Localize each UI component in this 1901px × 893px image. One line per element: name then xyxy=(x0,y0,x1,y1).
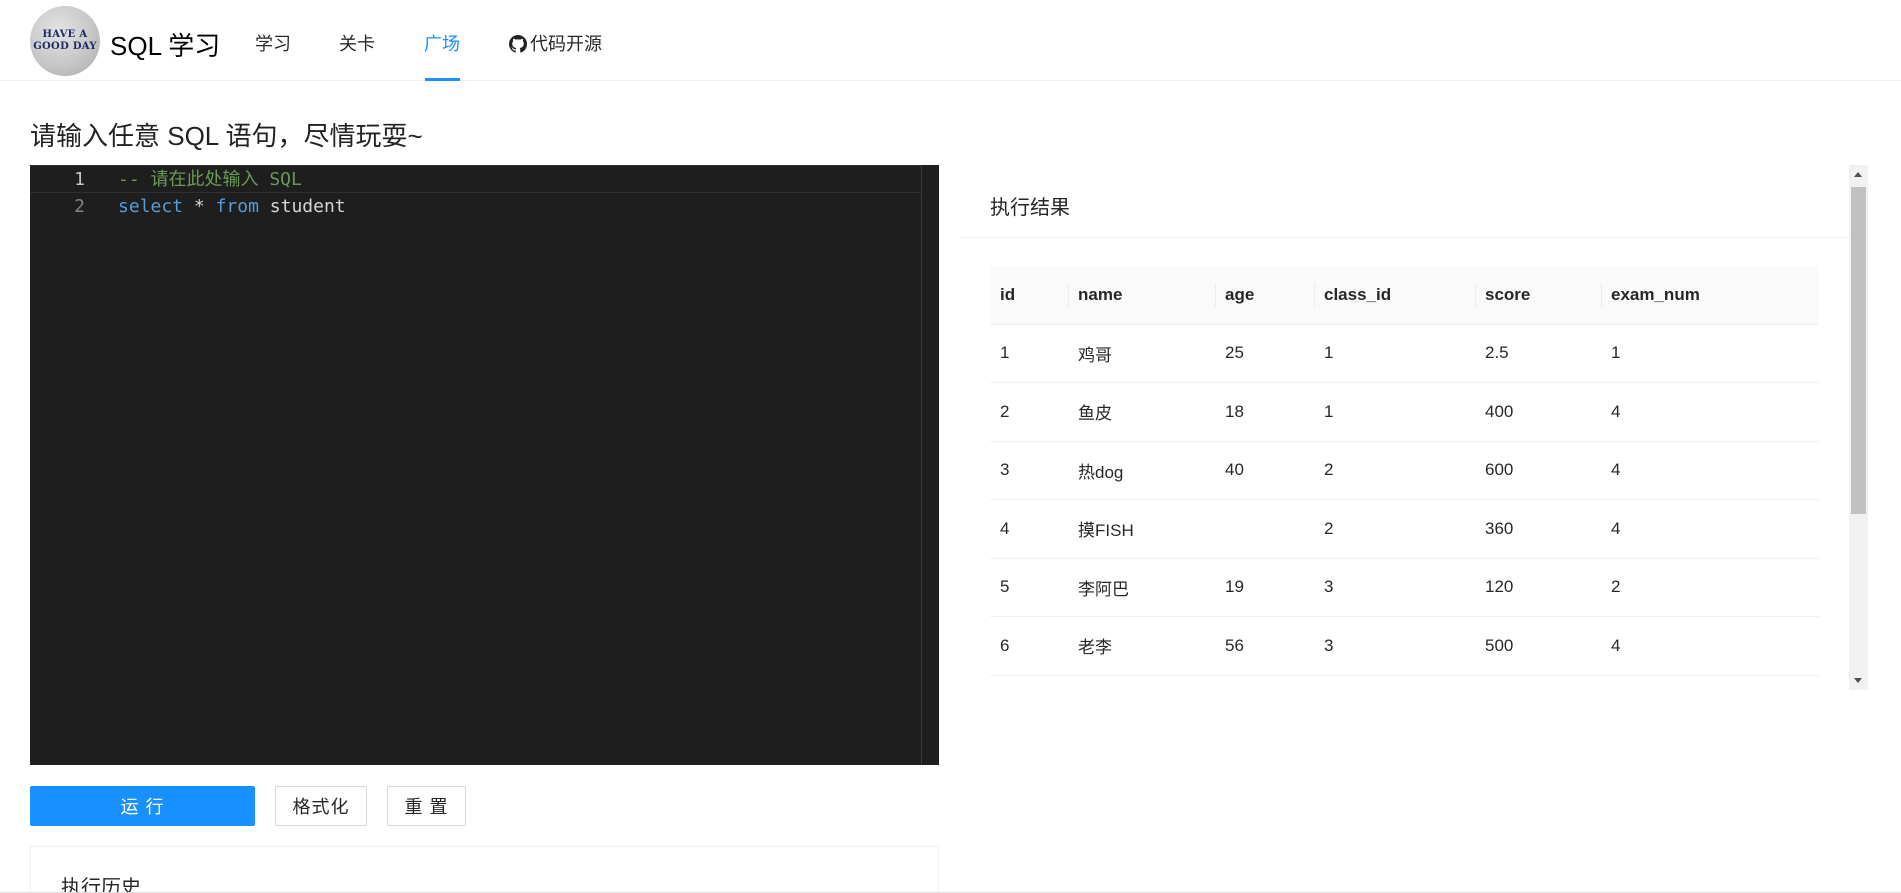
table-cell: 李阿巴 xyxy=(1068,558,1215,617)
scroll-thumb[interactable] xyxy=(1851,187,1866,514)
table-cell: 5 xyxy=(990,558,1068,617)
table-cell: 2 xyxy=(1601,558,1819,617)
column-header: class_id xyxy=(1314,266,1475,325)
table-cell: 3 xyxy=(990,441,1068,500)
table-cell: 40 xyxy=(1215,441,1314,500)
sql-operator: * xyxy=(193,196,205,217)
result-title: 执行结果 xyxy=(990,197,1070,219)
table-cell: 1 xyxy=(1314,324,1475,383)
editor-line[interactable]: 2 select * from student xyxy=(30,193,921,221)
table-cell: 3 xyxy=(1314,558,1475,617)
table-cell xyxy=(1215,499,1314,559)
sql-identifier: student xyxy=(269,196,346,217)
table-cell: 2 xyxy=(1314,499,1475,559)
format-button[interactable]: 格式化 xyxy=(275,786,367,826)
logo-text-line1: HAVE A xyxy=(42,29,88,40)
table-cell: 热dog xyxy=(1068,441,1215,500)
table-row: 1 鸡哥 25 1 2.5 1 xyxy=(990,324,1819,383)
table-cell: 鸡哥 xyxy=(1068,324,1215,383)
top-navbar: HAVE A GOOD DAY SQL 学习 学习 关卡 广场 代码开源 xyxy=(0,0,1901,81)
table-cell: 4 xyxy=(1601,499,1819,559)
table-cell: 25 xyxy=(1215,324,1314,383)
table-cell: 2.5 xyxy=(1475,324,1601,383)
sql-editor[interactable]: 1 -- 请在此处输入 SQL 2 select * from student xyxy=(30,165,939,765)
nav-item-open-source-label: 代码开源 xyxy=(530,34,602,54)
column-header: score xyxy=(1475,266,1601,325)
table-cell: 6 xyxy=(990,616,1068,676)
table-cell: 120 xyxy=(1475,558,1601,617)
github-icon xyxy=(509,35,527,53)
table-cell: 3 xyxy=(1314,616,1475,676)
table-row: 2 鱼皮 18 1 400 4 xyxy=(990,382,1819,442)
editor-code-query[interactable]: select * from student xyxy=(118,193,346,221)
column-header: exam_num xyxy=(1601,266,1819,325)
column-header: age xyxy=(1215,266,1314,325)
table-cell: 19 xyxy=(1215,558,1314,617)
result-panel: 执行结果 id name age class_id score exam_num… xyxy=(960,165,1868,690)
column-header: name xyxy=(1068,266,1215,325)
table-row: 5 李阿巴 19 3 120 2 xyxy=(990,558,1819,617)
table-row: 3 热dog 40 2 600 4 xyxy=(990,441,1819,500)
table-cell: 18 xyxy=(1215,382,1314,442)
logo-text-line2: GOOD DAY xyxy=(33,41,97,52)
scroll-up-arrow-icon[interactable] xyxy=(1854,172,1862,177)
app-title[interactable]: SQL 学习 xyxy=(110,26,220,63)
table-cell: 1 xyxy=(990,324,1068,383)
table-cell: 1 xyxy=(1601,324,1819,383)
table-cell: 400 xyxy=(1475,382,1601,442)
table-cell: 2 xyxy=(1314,441,1475,500)
column-header: id xyxy=(990,266,1068,325)
table-cell: 摸FISH xyxy=(1068,499,1215,559)
table-cell: 老李 xyxy=(1068,616,1215,676)
sql-keyword: select xyxy=(118,196,184,217)
table-cell: 360 xyxy=(1475,499,1601,559)
sql-keyword: from xyxy=(215,196,259,217)
result-table: id name age class_id score exam_num 1 鸡哥… xyxy=(990,266,1819,676)
nav-item-open-source[interactable]: 代码开源 xyxy=(509,30,602,56)
editor-code-comment[interactable]: -- 请在此处输入 SQL xyxy=(118,166,302,194)
table-cell: 4 xyxy=(1601,616,1819,676)
table-cell: 56 xyxy=(1215,616,1314,676)
page-title: 请输入任意 SQL 语句，尽情玩耍~ xyxy=(30,121,423,151)
nav-item-playground[interactable]: 广场 xyxy=(424,30,460,56)
reset-button[interactable]: 重 置 xyxy=(387,786,466,826)
table-cell: 2 xyxy=(990,382,1068,442)
nav-item-learn[interactable]: 学习 xyxy=(255,30,291,56)
table-cell: 1 xyxy=(1314,382,1475,442)
table-row: 6 老李 56 3 500 4 xyxy=(990,616,1819,676)
active-nav-indicator xyxy=(425,78,460,81)
table-cell: 4 xyxy=(990,499,1068,559)
divider xyxy=(960,237,1850,238)
table-cell: 4 xyxy=(1601,382,1819,442)
line-number: 2 xyxy=(74,196,85,217)
table-row: 4 摸FISH 2 360 4 xyxy=(990,499,1819,559)
result-scrollbar[interactable] xyxy=(1849,165,1868,690)
history-card: 执行历史 xyxy=(30,846,939,893)
scroll-down-arrow-icon[interactable] xyxy=(1854,678,1862,683)
logo[interactable]: HAVE A GOOD DAY xyxy=(30,6,100,76)
history-title: 执行历史 xyxy=(61,877,141,893)
line-number: 1 xyxy=(74,169,85,190)
table-cell: 鱼皮 xyxy=(1068,382,1215,442)
editor-scrollbar[interactable] xyxy=(921,165,939,765)
table-cell: 600 xyxy=(1475,441,1601,500)
table-header-row: id name age class_id score exam_num xyxy=(990,266,1819,325)
table-cell: 500 xyxy=(1475,616,1601,676)
editor-line[interactable]: 1 -- 请在此处输入 SQL xyxy=(30,165,921,193)
run-button[interactable]: 运 行 xyxy=(30,786,255,826)
nav-item-levels[interactable]: 关卡 xyxy=(339,30,375,56)
table-cell: 4 xyxy=(1601,441,1819,500)
